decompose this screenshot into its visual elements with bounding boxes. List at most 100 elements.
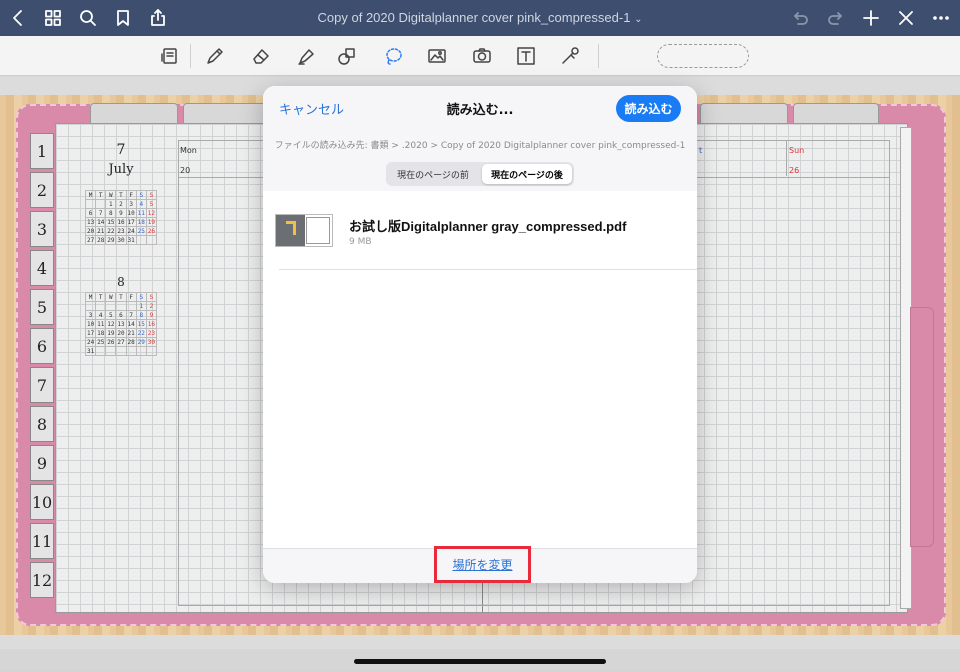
search-icon[interactable] — [76, 6, 100, 30]
calendar-week-row: 20 21 22 23 24 25 26 — [84, 226, 158, 236]
highlighter-icon[interactable] — [293, 44, 319, 68]
calendar-day: 21 — [95, 226, 107, 236]
day-label: t — [699, 146, 703, 155]
home-indicator[interactable] — [354, 659, 606, 664]
text-icon[interactable] — [513, 44, 539, 68]
month-tab-10[interactable]: 10 — [30, 484, 54, 520]
toolbar-divider — [190, 44, 191, 68]
august-number: 8 — [117, 275, 125, 289]
july-name: July — [108, 162, 134, 177]
calendar-day — [125, 301, 137, 311]
calendar-day: 13 — [115, 319, 127, 329]
image-icon[interactable] — [424, 44, 450, 68]
calendar-weekday-row: MTWTFSS — [84, 292, 158, 302]
month-tab-3[interactable]: 3 — [30, 211, 54, 247]
calendar-day — [84, 199, 97, 209]
back-icon[interactable] — [6, 6, 30, 30]
tool-bar: ✱ — [0, 36, 960, 87]
close-icon[interactable] — [894, 6, 918, 30]
calendar-week-row: 10 11 12 13 14 15 16 — [84, 319, 158, 329]
toolbar-favorites-pill[interactable] — [657, 44, 749, 68]
calendar-day: 28 — [125, 337, 137, 347]
calendar-weekday: S — [145, 292, 158, 302]
month-tab-4[interactable]: 4 — [30, 250, 54, 286]
change-location-button[interactable]: 場所を変更 — [434, 546, 531, 583]
calendar-weekday: T — [115, 292, 127, 302]
calendar-day — [125, 346, 137, 356]
calendar-weekday: M — [84, 190, 97, 200]
calendar-weekday: S — [135, 292, 147, 302]
right-tab[interactable] — [910, 307, 934, 547]
august-mini-calendar: M T W T F S S 1 2 3 4 5 6 7 8 9 10 11 12 13 14 15 16 17 18 19 20 21… — [84, 292, 158, 356]
calendar-day: 23 — [145, 328, 158, 338]
calendar-day — [95, 199, 107, 209]
calendar-week-row: 17 18 19 20 21 22 23 — [84, 328, 158, 338]
week-day-sat: t — [697, 140, 787, 176]
month-tab-11[interactable]: 11 — [30, 523, 54, 559]
calendar-day: 3 — [125, 199, 137, 209]
month-tab-2[interactable]: 2 — [30, 172, 54, 208]
segment-before-current-page[interactable]: 現在のページの前 — [388, 164, 478, 184]
calendar-day: 15 — [105, 217, 117, 227]
calendar-day: 11 — [135, 208, 147, 218]
month-tab-7[interactable]: 7 — [30, 367, 54, 403]
top-tab[interactable] — [183, 103, 269, 123]
document-title[interactable]: Copy of 2020 Digitalplanner cover pink_c… — [250, 0, 710, 36]
calendar-weekday: T — [95, 190, 107, 200]
calendar-weekday: F — [125, 190, 137, 200]
month-tab-1[interactable]: 1 — [30, 133, 54, 169]
calendar-day: 9 — [145, 310, 158, 320]
add-icon[interactable] — [859, 6, 883, 30]
import-dialog: キャンセル 読み込む... 読み込む ファイルの読み込み先: 書類 > .202… — [263, 86, 697, 583]
calendar-day: 7 — [125, 310, 137, 320]
lasso-icon[interactable] — [380, 44, 406, 68]
import-button[interactable]: 読み込む — [616, 95, 681, 122]
month-tab-5[interactable]: 5 — [30, 289, 54, 325]
calendar-day: 20 — [84, 226, 97, 236]
pen-icon[interactable] — [202, 44, 228, 68]
month-tab-6[interactable]: 6 — [30, 328, 54, 364]
month-tab-9[interactable]: 9 — [30, 445, 54, 481]
calendar-day: 26 — [105, 337, 117, 347]
undo-icon[interactable] — [788, 6, 812, 30]
calendar-weekday: F — [125, 292, 137, 302]
calendar-day: 8 — [135, 310, 147, 320]
segment-after-current-page[interactable]: 現在のページの後 — [482, 164, 572, 184]
top-tab[interactable] — [793, 103, 879, 123]
month-tab-12[interactable]: 12 — [30, 562, 54, 598]
calendar-day: 1 — [105, 199, 117, 209]
calendar-day: 30 — [145, 337, 158, 347]
top-tab[interactable] — [700, 103, 788, 123]
calendar-day — [95, 301, 107, 311]
eraser-icon[interactable] — [248, 44, 274, 68]
grid-icon[interactable] — [41, 6, 65, 30]
shapes-icon[interactable] — [334, 44, 360, 68]
calendar-weekday: S — [135, 190, 147, 200]
more-icon[interactable] — [929, 6, 953, 30]
calendar-weekday: W — [105, 190, 117, 200]
page-icon[interactable] — [157, 44, 183, 68]
file-thumbnail — [275, 214, 333, 247]
calendar-day: 31 — [125, 235, 137, 245]
nav-bar: Copy of 2020 Digitalplanner cover pink_c… — [0, 0, 960, 36]
bookmark-icon[interactable] — [111, 6, 135, 30]
laser-icon[interactable] — [557, 44, 583, 68]
july-number: 7 — [116, 142, 126, 158]
calendar-day: 15 — [135, 319, 147, 329]
calendar-day: 25 — [135, 226, 147, 236]
share-icon[interactable] — [146, 6, 170, 30]
calendar-week-row: 24 25 26 27 28 29 30 — [84, 337, 158, 347]
top-tab[interactable] — [90, 103, 178, 123]
chevron-down-icon: ⌄ — [634, 14, 643, 25]
camera-icon[interactable] — [469, 44, 495, 68]
file-size: 9 MB — [349, 237, 372, 247]
calendar-day — [84, 301, 97, 311]
calendar-day: 29 — [135, 337, 147, 347]
calendar-week-row: 27 28 29 30 31 — [84, 235, 158, 245]
file-list-item[interactable]: お試し版Digitalplanner gray_compressed.pdf 9… — [263, 192, 697, 270]
document-title-text: Copy of 2020 Digitalplanner cover pink_c… — [317, 10, 631, 25]
redo-icon[interactable] — [824, 6, 848, 30]
toolbar-divider — [598, 44, 599, 68]
month-tab-8[interactable]: 8 — [30, 406, 54, 442]
calendar-day: 4 — [95, 310, 107, 320]
